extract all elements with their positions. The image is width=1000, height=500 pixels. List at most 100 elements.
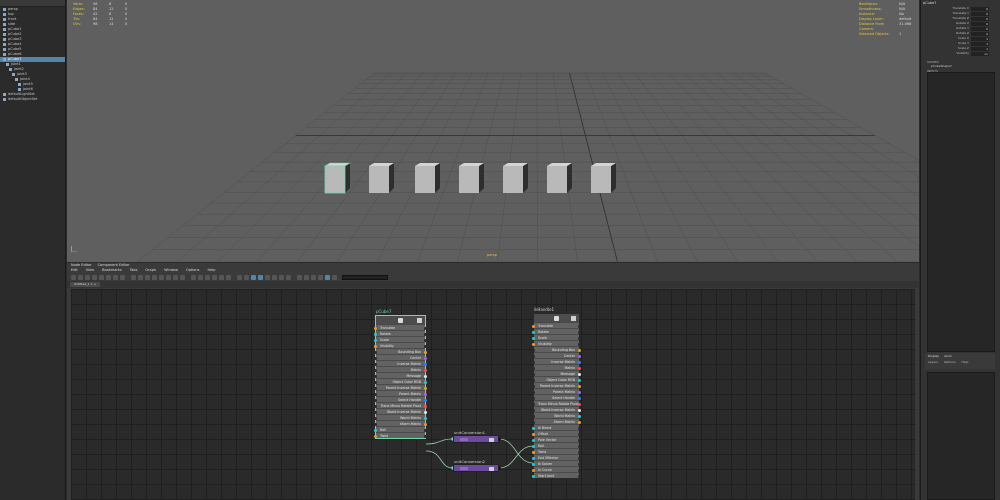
channel-value-field[interactable]: 1 [971,41,989,46]
channel-row[interactable]: Visibility on [921,51,1000,56]
node-swatch-icon[interactable] [417,317,422,323]
toolbar-button-icon[interactable] [138,274,143,280]
layer-menu-item[interactable]: Options [944,360,956,364]
node-attribute[interactable]: Start Joint [532,472,581,478]
toolbar-button-icon[interactable] [304,274,309,280]
node-swatch-icon[interactable] [489,437,494,442]
toolbar-button-icon[interactable] [325,274,330,280]
toolbar-button-icon[interactable] [279,274,284,280]
cube-mesh[interactable] [503,163,528,193]
graph-tab-label[interactable]: Untitled_1 × + [70,282,101,287]
outliner-item[interactable]: defaultObjectSet [0,97,65,102]
channel-value-field[interactable]: 0 [971,26,989,31]
menu-item[interactable]: Graph [145,268,156,273]
grid-line [536,72,538,262]
toolbar-button-icon[interactable] [297,274,302,280]
node-editor-graph-tab[interactable]: Untitled_1 × + [67,281,919,288]
toolbar-button-icon[interactable] [106,274,111,280]
layer-tab[interactable]: Anim [944,354,952,358]
toolbar-button-icon[interactable] [226,274,231,280]
connection-wire[interactable] [498,438,534,464]
toolbar-button-icon[interactable] [212,274,217,280]
toolbar-button-icon[interactable] [244,274,249,280]
toolbar-button-icon[interactable] [145,274,150,280]
toolbar-button-icon[interactable] [332,274,337,280]
toolbar-button-icon[interactable] [85,274,90,280]
node-swatch-icon[interactable] [489,466,494,471]
node-header[interactable] [376,316,425,324]
channel-value-field[interactable]: 0 [971,11,989,16]
toolbar-button-icon[interactable] [166,274,171,280]
toolbar-button-icon[interactable] [180,274,185,280]
toolbar-button-icon[interactable] [113,274,118,280]
toolbar-button-icon[interactable] [173,274,178,280]
toolbar-button-icon[interactable] [71,274,76,280]
toolbar-button-icon[interactable] [311,274,316,280]
cube-mesh[interactable] [323,162,352,194]
menu-item[interactable]: Tabs [130,268,138,273]
layer-menu-item[interactable]: Help [962,360,969,364]
node-unitconversion2[interactable]: unitConversion2 [453,459,499,472]
toolbar-button-icon[interactable] [237,274,242,280]
cube-mesh[interactable] [415,163,440,193]
toolbar-button-icon[interactable] [99,274,104,280]
channel-value-field[interactable]: 0 [971,6,989,11]
node-swatch-icon[interactable] [571,315,576,321]
input-port-icon[interactable] [374,434,377,438]
menu-item[interactable]: Bookmarks [102,268,122,273]
layer-menu-item[interactable]: Layers [928,360,938,364]
output-port-icon[interactable] [578,474,581,478]
menu-item[interactable]: Help [207,268,215,273]
toolbar-button-icon[interactable] [78,274,83,280]
node-attribute[interactable]: Twist [374,432,427,438]
hud-row: Distance From Camera: 31.066 [859,22,911,32]
toolbar-button-icon[interactable] [198,274,203,280]
toolbar-button-icon[interactable] [265,274,270,280]
channel-value-field[interactable]: 1 [971,36,989,41]
toolbar-button-icon[interactable] [258,274,263,280]
viewport-persp[interactable]: Verts: 56 8 0 Edges: 84 12 0 Faces: 42 6 0 Tris: 84 12… [67,0,919,262]
node-header[interactable] [534,314,579,322]
cube-mesh[interactable] [591,163,616,193]
node-search-input[interactable] [342,274,388,280]
channel-value-field[interactable]: 0 [971,21,989,26]
channel-value-field[interactable]: on [971,51,989,56]
connection-wire[interactable] [425,450,454,469]
connection-wire[interactable] [425,438,454,445]
toolbar-button-icon[interactable] [191,274,196,280]
toolbar-button-icon[interactable] [219,274,224,280]
output-port-icon[interactable] [424,434,427,438]
node-ikhandle1[interactable]: ikHandle1 Translate Rotate Scale Visibility… [532,307,581,479]
layer-list [927,372,995,500]
channel-value-field[interactable]: 0 [971,31,989,36]
toolbar-button-icon[interactable] [286,274,291,280]
toolbar-button-icon[interactable] [152,274,157,280]
outliner-item-label: pCube5 [8,47,22,51]
connection-wire[interactable] [498,445,534,469]
channel-value-field[interactable]: 0 [971,16,989,21]
toolbar-button-icon[interactable] [92,274,97,280]
toolbar-button-icon[interactable] [120,274,125,280]
hud-value: 14 [109,22,114,26]
node-editor-canvas[interactable]: pCube7 Translate Rotate Scale Visibility Bou… [71,289,915,500]
layer-tab[interactable]: Display [928,354,939,358]
cube-mesh[interactable] [459,163,484,193]
toolbar-button-icon[interactable] [251,274,256,280]
toolbar-button-icon[interactable] [272,274,277,280]
menu-item[interactable]: View [86,268,94,273]
menu-item[interactable]: Options [186,268,200,273]
toolbar-button-icon[interactable] [159,274,164,280]
node-pcube7[interactable]: pCube7 Translate Rotate Scale Visibility Bou… [374,309,427,439]
cube-mesh[interactable] [547,163,572,193]
toolbar-button-icon[interactable] [131,274,136,280]
node-unitconversion1[interactable]: unitConversion1 [453,430,499,443]
toolbar-button-icon[interactable] [205,274,210,280]
input-port-icon[interactable] [532,474,535,478]
menu-item[interactable]: Window [164,268,178,273]
menu-item[interactable]: Edit [71,268,78,273]
node-editor-panel: Node Editor Component Editor Edit View Book… [67,263,919,500]
channel-value-field[interactable]: 1 [971,46,989,51]
toolbar-button-icon[interactable] [318,274,323,280]
hud-poly-count: Verts: 56 8 0 Edges: 84 12 0 Faces: 42 6 0 Tris: 84 12… [73,2,135,27]
cube-mesh[interactable] [369,163,394,193]
